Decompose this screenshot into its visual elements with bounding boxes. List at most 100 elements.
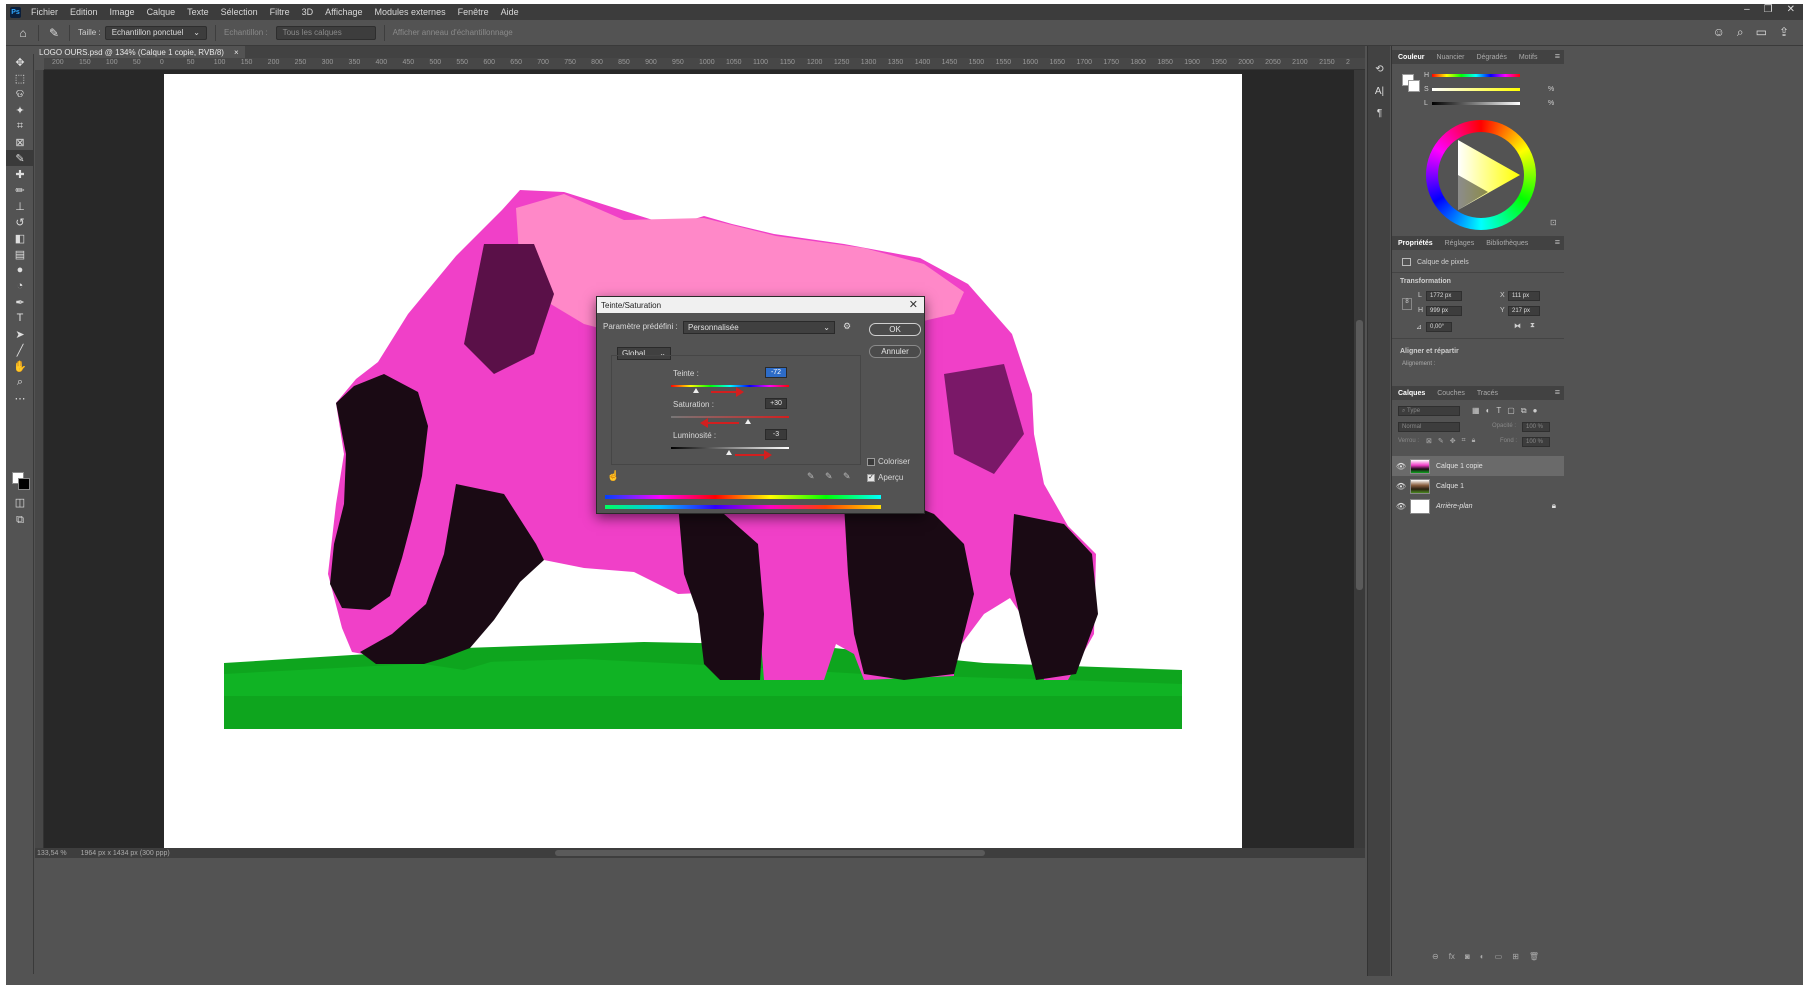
- screen-mode-icon[interactable]: ⧉: [6, 512, 34, 528]
- flip-horizontal-icon[interactable]: ⧓: [1514, 322, 1521, 330]
- crop-tool-icon[interactable]: ⌗: [6, 118, 34, 134]
- dodge-tool-icon[interactable]: ◔: [6, 278, 34, 294]
- frame-tool-icon[interactable]: ⊠: [6, 134, 34, 150]
- lightness-slider-track[interactable]: [671, 447, 789, 449]
- fill-field[interactable]: 100 %: [1522, 437, 1550, 447]
- lasso-tool-icon[interactable]: ଡ: [6, 86, 34, 102]
- hue-slider-track[interactable]: [671, 385, 789, 387]
- lock-all-icon[interactable]: 🔒︎: [1472, 437, 1476, 445]
- minimize-button[interactable]: –: [1744, 4, 1750, 15]
- tab-traces[interactable]: Tracés: [1471, 390, 1504, 397]
- layer-name[interactable]: Arrière-plan: [1436, 503, 1473, 510]
- brush-tool-icon[interactable]: ✏: [6, 182, 34, 198]
- filter-smart-icon[interactable]: ⧉: [1521, 406, 1527, 416]
- visibility-eye-icon[interactable]: 👁︎: [1392, 482, 1410, 491]
- saturation-slider-track[interactable]: [671, 416, 789, 418]
- quick-mask-icon[interactable]: ◫: [6, 494, 34, 510]
- tab-degrades[interactable]: Dégradés: [1470, 54, 1512, 61]
- tab-reglages[interactable]: Réglages: [1439, 240, 1481, 247]
- filter-pixel-icon[interactable]: ▦: [1472, 406, 1480, 416]
- panel-menu-icon[interactable]: ≡: [1555, 51, 1560, 61]
- panel-menu-icon[interactable]: ≡: [1555, 387, 1560, 397]
- close-icon[interactable]: ✕: [909, 298, 918, 311]
- workspace-icon[interactable]: ▭: [1756, 25, 1767, 40]
- gear-icon[interactable]: ⚙: [843, 321, 851, 332]
- eyedropper-tool-icon[interactable]: ✎: [47, 26, 61, 40]
- transform-title[interactable]: Transformation: [1400, 278, 1451, 285]
- hue-slider-thumb[interactable]: [693, 388, 699, 393]
- sample-layers-select[interactable]: Tous les calques: [275, 25, 376, 40]
- saturation-input[interactable]: +30: [765, 398, 787, 409]
- path-selection-icon[interactable]: ➤: [6, 326, 34, 342]
- flip-vertical-icon[interactable]: ⧗: [1530, 322, 1535, 330]
- filter-adjustment-icon[interactable]: ◐: [1486, 406, 1491, 416]
- lock-transparency-icon[interactable]: ⊠: [1426, 437, 1432, 445]
- layer-search-input[interactable]: ⌕ Type: [1398, 406, 1460, 416]
- preview-checkbox[interactable]: ✓: [867, 473, 875, 482]
- document-tab[interactable]: LOGO OURS.psd @ 134% (Calque 1 copie, RV…: [35, 46, 245, 58]
- menu-edition[interactable]: Edition: [64, 7, 104, 17]
- menu-filtre[interactable]: Filtre: [264, 7, 296, 17]
- menu-affichage[interactable]: Affichage: [319, 7, 368, 17]
- menu-image[interactable]: Image: [104, 7, 141, 17]
- link-icon[interactable]: 8: [1402, 298, 1412, 310]
- angle-field[interactable]: 0,00°: [1426, 322, 1452, 332]
- eraser-tool-icon[interactable]: ◧: [6, 230, 34, 246]
- targeted-adjustment-hand-icon[interactable]: ☝: [607, 471, 619, 482]
- pen-tool-icon[interactable]: ✒: [6, 294, 34, 310]
- menu-fichier[interactable]: Fichier: [25, 7, 64, 17]
- y-field[interactable]: 217 px: [1508, 306, 1540, 316]
- tab-proprietes[interactable]: Propriétés: [1392, 240, 1439, 247]
- width-field[interactable]: 1772 px: [1426, 291, 1462, 301]
- layer-style-icon[interactable]: fx: [1449, 952, 1455, 961]
- history-brush-icon[interactable]: ↺: [6, 214, 34, 230]
- dialog-title-bar[interactable]: Teinte/Saturation ✕: [597, 297, 924, 313]
- share-icon[interactable]: ⇪: [1779, 25, 1789, 40]
- gradient-tool-icon[interactable]: ▤: [6, 246, 34, 262]
- filter-toggle-icon[interactable]: ●: [1533, 406, 1538, 416]
- blend-mode-select[interactable]: Normal: [1398, 422, 1460, 432]
- panel-menu-icon[interactable]: ≡: [1555, 237, 1560, 247]
- tab-bibliotheques[interactable]: Bibliothèques: [1480, 240, 1534, 247]
- tab-calques[interactable]: Calques: [1392, 390, 1431, 397]
- color-triangle[interactable]: [1426, 120, 1536, 230]
- layer-name[interactable]: Calque 1: [1436, 483, 1464, 490]
- scrollbar-thumb[interactable]: [1356, 320, 1363, 590]
- visibility-eye-icon[interactable]: 👁︎: [1392, 502, 1410, 511]
- layer-name[interactable]: Calque 1 copie: [1436, 463, 1483, 470]
- horizontal-scrollbar-thumb[interactable]: [555, 850, 985, 856]
- adjustment-layer-icon[interactable]: ◐: [1480, 952, 1485, 961]
- colorize-checkbox[interactable]: [867, 457, 875, 466]
- add-mask-icon[interactable]: ◙: [1465, 952, 1470, 961]
- tab-couleur[interactable]: Couleur: [1392, 54, 1430, 61]
- magic-wand-tool-icon[interactable]: ✦: [6, 102, 34, 118]
- lightness-slider-thumb[interactable]: [726, 450, 732, 455]
- background-swatch[interactable]: [1408, 80, 1420, 92]
- eyedropper-plus-icon[interactable]: ✎: [825, 471, 833, 482]
- saturation-slider-thumb[interactable]: [745, 419, 751, 424]
- menu-modules-externes[interactable]: Modules externes: [369, 7, 452, 17]
- eyedropper-icon[interactable]: ✎: [807, 471, 815, 482]
- color-hue-slider[interactable]: [1432, 74, 1520, 77]
- opacity-field[interactable]: 100 %: [1522, 422, 1550, 432]
- layer-row[interactable]: 👁︎ Calque 1: [1392, 476, 1564, 496]
- search-icon[interactable]: ⌕: [1737, 25, 1744, 40]
- paragraph-panel-icon[interactable]: ¶: [1368, 102, 1391, 124]
- share-user-icon[interactable]: ☺: [1713, 25, 1725, 40]
- menu-3d[interactable]: 3D: [296, 7, 320, 17]
- hue-input[interactable]: -72: [765, 367, 787, 378]
- layer-row[interactable]: 👁︎ Arrière-plan 🔒︎: [1392, 496, 1564, 516]
- color-lightness-slider[interactable]: [1432, 102, 1520, 105]
- cancel-button[interactable]: Annuler: [869, 345, 921, 358]
- sample-size-select[interactable]: Echantillon ponctuel ⌄: [104, 25, 207, 40]
- type-tool-icon[interactable]: T: [6, 310, 34, 326]
- expand-icon[interactable]: ⊡: [1550, 218, 1557, 227]
- ok-button[interactable]: OK: [869, 323, 921, 336]
- lock-pixels-icon[interactable]: ✎: [1438, 437, 1444, 445]
- line-tool-icon[interactable]: ╱: [6, 342, 34, 358]
- align-title[interactable]: Aligner et répartir: [1400, 348, 1459, 355]
- link-layers-icon[interactable]: ⊖: [1432, 952, 1439, 961]
- show-ring-checkbox[interactable]: Afficher anneau d'échantillonnage: [393, 28, 513, 37]
- close-window-button[interactable]: ✕: [1787, 4, 1795, 15]
- menu-calque[interactable]: Calque: [141, 7, 182, 17]
